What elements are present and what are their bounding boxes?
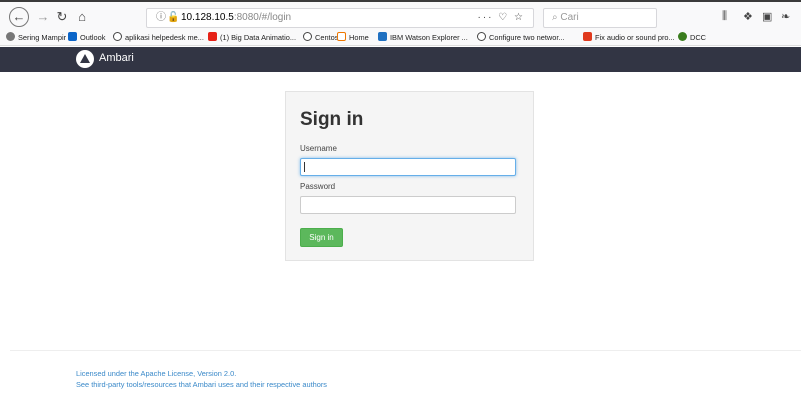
search-placeholder: Cari — [560, 12, 579, 23]
page-actions[interactable]: ··· ♡ ☆ — [478, 9, 525, 27]
youtube-icon — [208, 32, 217, 41]
login-panel: Sign in Username Password Sign in — [285, 91, 534, 261]
home-button[interactable]: ⌂ — [73, 8, 91, 26]
url-host: 10.128.10.5 — [181, 12, 234, 23]
globe-icon — [303, 32, 312, 41]
search-icon: ⌕ — [552, 12, 558, 23]
letter-l-icon — [583, 32, 592, 41]
page-title: Sign in — [300, 109, 364, 130]
url-text: 10.128.10.5:8080/#/login — [181, 9, 291, 27]
bookmark-label: Configure two networ... — [489, 33, 565, 42]
footer-divider — [10, 350, 801, 351]
bookmark-item[interactable]: (1) Big Data Animatio... — [208, 30, 296, 45]
bookmark-label: Fix audio or sound pro... — [595, 33, 675, 42]
info-icon[interactable]: ⓘ — [156, 9, 166, 27]
bookmark-item[interactable]: Home — [337, 30, 369, 45]
gift-icon — [337, 32, 346, 41]
bookmark-item[interactable]: DCC — [678, 30, 707, 45]
bookmarks-bar: Sering Mampir Outlook aplikasi helpedesk… — [0, 30, 801, 46]
globe-icon — [477, 32, 486, 41]
bookmark-label: Sering Mampir — [18, 33, 67, 42]
bookmark-item[interactable]: Sering Mampir — [6, 30, 67, 45]
address-bar[interactable]: ⓘ 🔓 10.128.10.5:8080/#/login ··· ♡ ☆ — [146, 8, 534, 28]
bookmark-item[interactable]: Configure two networ... — [477, 30, 565, 45]
bookmark-label: Centos — [315, 33, 339, 42]
brand-name[interactable]: Ambari — [99, 52, 134, 64]
sidebar-icon[interactable]: ▣ — [762, 10, 772, 23]
bookmark-label: IBM Watson Explorer ... — [390, 33, 468, 42]
bookmark-item[interactable]: Outlook — [68, 30, 106, 45]
outlook-icon — [68, 32, 77, 41]
ibm-icon — [378, 32, 387, 41]
bookmark-item[interactable]: Fix audio or sound pro... — [583, 30, 675, 45]
username-input[interactable] — [300, 158, 516, 176]
insecure-lock-icon[interactable]: 🔓 — [167, 9, 179, 27]
gear-icon — [6, 32, 15, 41]
bookmark-label: (1) Big Data Animatio... — [220, 33, 296, 42]
dcc-icon — [678, 32, 687, 41]
license-link[interactable]: Licensed under the Apache License, Versi… — [76, 369, 236, 378]
third-party-link[interactable]: See third-party tools/resources that Amb… — [76, 380, 327, 389]
bookmark-label: aplikasi helpedesk me... — [125, 33, 204, 42]
back-button[interactable]: ← — [9, 7, 29, 27]
username-label: Username — [300, 144, 337, 153]
bookmark-label: Home — [349, 33, 369, 42]
password-label: Password — [300, 182, 336, 191]
extension-icon[interactable]: ❖ — [743, 10, 753, 23]
forward-button[interactable]: → — [34, 8, 52, 26]
ambari-logo-icon[interactable] — [76, 50, 94, 68]
browser-toolbar: ← → ↻ ⌂ ⓘ 🔓 10.128.10.5:8080/#/login ···… — [0, 0, 801, 30]
url-path: :8080/#/login — [233, 12, 292, 23]
bookmark-item[interactable]: IBM Watson Explorer ... — [378, 30, 468, 45]
password-input[interactable] — [300, 196, 516, 214]
reload-button[interactable]: ↻ — [53, 8, 71, 26]
text-caret — [304, 162, 305, 172]
search-box[interactable]: ⌕ Cari — [543, 8, 657, 28]
bookmark-label: DCC — [690, 33, 707, 42]
bookmark-label: Outlook — [80, 33, 106, 42]
globe-icon — [113, 32, 122, 41]
library-icon[interactable]: ⫼ — [722, 10, 727, 23]
sign-in-button[interactable]: Sign in — [300, 228, 343, 247]
bookmark-item[interactable]: Centos — [303, 30, 339, 45]
addon-icon[interactable]: ❧ — [781, 10, 790, 23]
app-header: Ambari — [0, 47, 801, 72]
bookmark-item[interactable]: aplikasi helpedesk me... — [113, 30, 204, 45]
